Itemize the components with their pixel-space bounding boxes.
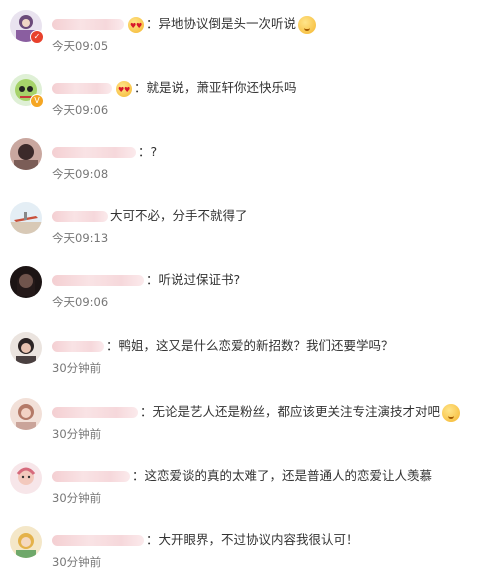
verified-badge-icon: ✓ <box>30 30 44 44</box>
smile-emoji-icon <box>442 403 461 422</box>
separator: ： <box>146 16 159 31</box>
comment-time: 30分钟前 <box>52 427 102 441</box>
comment-item: ：? 今天09:08 <box>0 136 490 200</box>
separator: ： <box>140 404 153 419</box>
comment-time: 今天09:06 <box>52 295 109 309</box>
heart-eyes-emoji-icon <box>116 80 132 100</box>
blurred-username[interactable] <box>52 275 144 286</box>
comment-text: 鸭姐，这又是什么恋爱的新招数？我们还要学吗？ <box>118 338 394 353</box>
verified-badge-icon: V <box>30 94 44 108</box>
avatar[interactable] <box>10 266 42 298</box>
comment-text: 这恋爱谈的真的太难了，还是普通人的恋爱让人羡慕 <box>144 468 433 483</box>
comment-item: ：大开眼界，不过协议内容我很认可！ 30分钟前 <box>0 524 490 588</box>
comment-time: 30分钟前 <box>52 555 102 569</box>
comment-item: ：无论是艺人还是粉丝，都应该更关注专注演技才对吧 30分钟前 <box>0 396 490 460</box>
comment-item: ：听说过保证书? 今天09:06 <box>0 264 490 328</box>
comment-text: ? <box>150 144 158 159</box>
comment-item: 大可不必，分手不就得了 今天09:13 <box>0 200 490 264</box>
separator: ： <box>132 468 145 483</box>
blurred-username[interactable] <box>52 471 130 482</box>
avatar[interactable] <box>10 398 42 430</box>
comment-item: ：这恋爱谈的真的太难了，还是普通人的恋爱让人羡慕 30分钟前 <box>0 460 490 524</box>
blurred-username[interactable] <box>52 19 124 30</box>
blurred-username[interactable] <box>52 535 144 546</box>
avatar[interactable] <box>10 202 42 234</box>
heart-eyes-emoji-icon <box>128 16 144 36</box>
comment-list: ✓ ：异地协议倒是头一次听说 今天09:05 V ：就是说，萧亚轩你还快乐吗 今… <box>0 0 490 569</box>
comment-time: 30分钟前 <box>52 491 102 505</box>
comment-item: V ：就是说，萧亚轩你还快乐吗 今天09:06 <box>0 72 490 136</box>
avatar[interactable] <box>10 462 42 494</box>
comment-text: 听说过保证书? <box>158 272 241 287</box>
comment-text: 无论是艺人还是粉丝，都应该更关注专注演技才对吧 <box>152 404 441 419</box>
comment-text: 大开眼界，不过协议内容我很认可！ <box>158 532 359 547</box>
comment-item: ：鸭姐，这又是什么恋爱的新招数？我们还要学吗？ 30分钟前 <box>0 330 490 394</box>
blurred-username[interactable] <box>52 83 112 94</box>
blurred-username[interactable] <box>52 341 104 352</box>
separator: ： <box>146 532 159 547</box>
avatar[interactable] <box>10 332 42 364</box>
avatar[interactable] <box>10 526 42 558</box>
separator: ： <box>134 80 147 95</box>
comment-text: 大可不必，分手不就得了 <box>110 208 248 223</box>
avatar[interactable] <box>10 138 42 170</box>
comment-time: 今天09:05 <box>52 39 109 53</box>
blurred-username[interactable] <box>52 407 138 418</box>
separator: ： <box>106 338 119 353</box>
comment-time: 30分钟前 <box>52 361 102 375</box>
smile-emoji-icon <box>298 15 317 34</box>
comment-text: 就是说，萧亚轩你还快乐吗 <box>146 80 297 95</box>
blurred-username[interactable] <box>52 147 136 158</box>
separator: ： <box>146 272 159 287</box>
blurred-username[interactable] <box>52 211 108 222</box>
comment-time: 今天09:13 <box>52 231 109 245</box>
comment-item: ✓ ：异地协议倒是头一次听说 今天09:05 <box>0 8 490 72</box>
comment-text: 异地协议倒是头一次听说 <box>158 16 297 31</box>
separator: ： <box>138 144 151 159</box>
comment-time: 今天09:06 <box>52 103 109 117</box>
comment-time: 今天09:08 <box>52 167 109 181</box>
